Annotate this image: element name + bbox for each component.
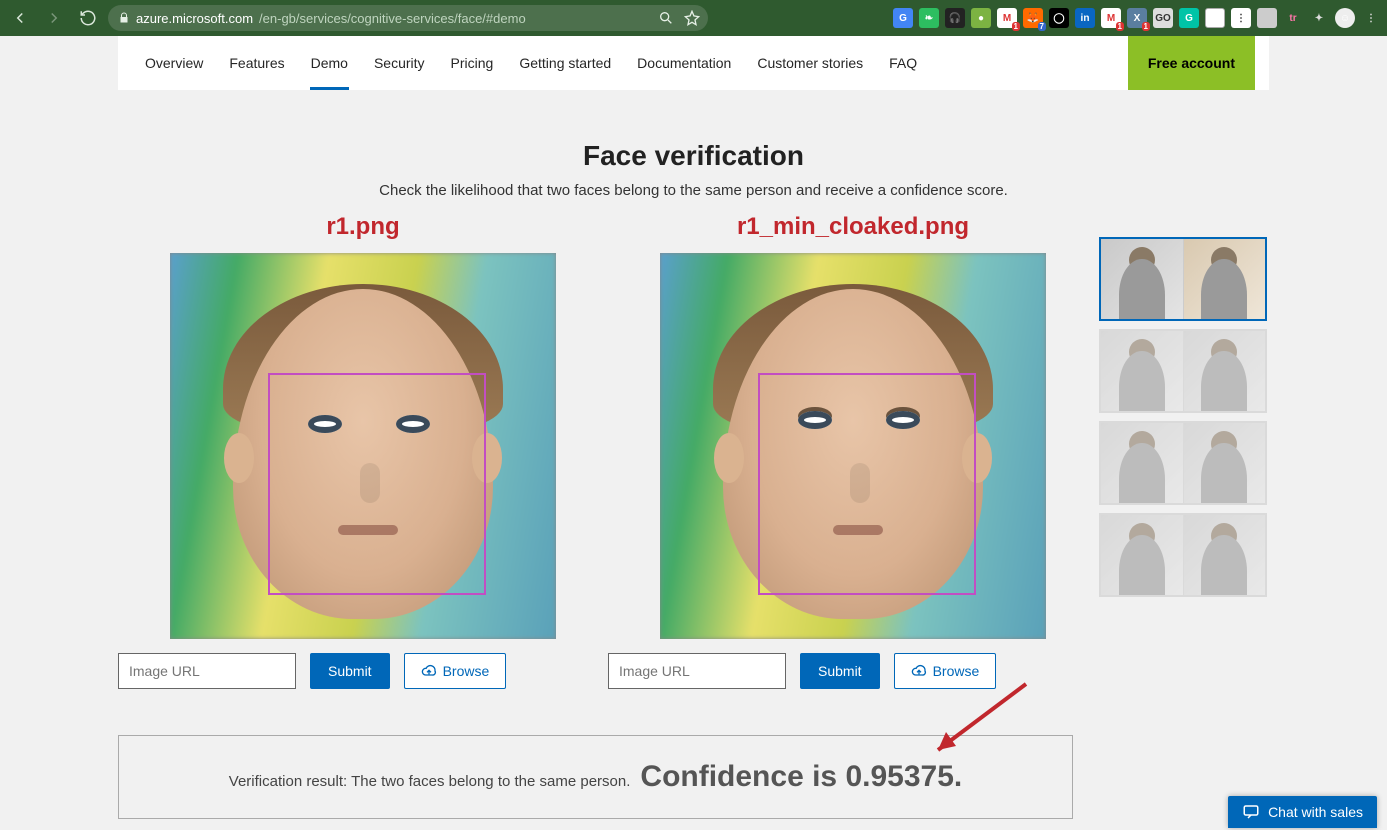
ext-black-circle-icon[interactable]: ◯ [1049,8,1069,28]
secondary-nav: Overview Features Demo Security Pricing … [118,36,1269,90]
content-area: Face verification Check the likelihood t… [0,90,1387,819]
free-account-button[interactable]: Free account [1128,36,1255,90]
left-image-url-input[interactable] [118,653,296,689]
right-image-url-input[interactable] [608,653,786,689]
back-button[interactable] [6,4,34,32]
forward-button[interactable] [40,4,68,32]
annotation-right-filename: r1_min_cloaked.png [608,213,1098,241]
ext-go-icon[interactable]: GO [1153,8,1173,28]
chrome-menu-icon[interactable]: ⋮ [1361,8,1381,28]
left-face-image [170,253,556,639]
result-prefix: Verification result: The two faces belon… [229,773,631,790]
sample-thumbnails [1099,199,1269,689]
ext-puzzle-icon[interactable]: ✦ [1309,8,1329,28]
ext-gmail1-icon[interactable]: M1 [997,8,1017,28]
left-panel: r1.png Submit Browse [118,199,608,689]
sample-thumbnail-4[interactable] [1099,513,1267,597]
nav-demo[interactable]: Demo [298,36,361,90]
url-path: /en-gb/services/cognitive-services/face/… [259,11,526,26]
nav-overview[interactable]: Overview [132,36,216,90]
ext-gmail2-icon[interactable]: M1 [1101,8,1121,28]
ext-headphones-icon[interactable]: 🎧 [945,8,965,28]
reload-button[interactable] [74,4,102,32]
nav-features[interactable]: Features [216,36,297,90]
url-host: azure.microsoft.com [136,11,253,26]
nav-getting-started[interactable]: Getting started [506,36,624,90]
sample-thumbnail-1[interactable] [1099,237,1267,321]
left-submit-button[interactable]: Submit [310,653,390,689]
nav-security[interactable]: Security [361,36,438,90]
page-subtitle: Check the likelihood that two faces belo… [0,182,1387,199]
result-confidence: Confidence is 0.95375. [640,760,962,794]
detection-box-left [268,373,486,595]
ext-grey-icon[interactable] [1257,8,1277,28]
ext-doc-icon[interactable] [1205,8,1225,28]
zoom-icon[interactable] [658,10,674,26]
ext-evernote-icon[interactable]: ❧ [919,8,939,28]
verification-result-box: Verification result: The two faces belon… [118,735,1073,819]
ext-tr-icon[interactable]: tr [1283,8,1303,28]
page-container: Overview Features Demo Security Pricing … [118,36,1269,90]
avatar[interactable]: ☺ [1335,8,1355,28]
ext-pinned-icon[interactable]: ⋮ [1231,8,1251,28]
lock-icon [118,12,130,24]
nav-pricing[interactable]: Pricing [438,36,507,90]
upload-cloud-icon [421,663,437,679]
chat-label: Chat with sales [1268,804,1363,820]
ext-fox-icon[interactable]: 🦊7 [1023,8,1043,28]
right-panel: r1_min_cloaked.png Submit Browse [608,199,1098,689]
browse-label: Browse [443,663,490,679]
right-submit-button[interactable]: Submit [800,653,880,689]
annotation-arrow-icon [916,676,1036,766]
ext-green-dot-icon[interactable]: ● [971,8,991,28]
sample-thumbnail-2[interactable] [1099,329,1267,413]
sample-thumbnail-3[interactable] [1099,421,1267,505]
address-bar[interactable]: azure.microsoft.com/en-gb/services/cogni… [108,5,708,31]
ext-linkedin-icon[interactable]: in [1075,8,1095,28]
left-browse-button[interactable]: Browse [404,653,507,689]
page-title: Face verification [0,140,1387,172]
chat-with-sales-button[interactable]: Chat with sales [1228,796,1377,828]
ext-grammarly-icon[interactable]: G [1179,8,1199,28]
annotation-left-filename: r1.png [118,213,608,241]
nav-customer-stories[interactable]: Customer stories [744,36,876,90]
left-controls: Submit Browse [118,653,608,689]
star-icon[interactable] [684,10,700,26]
right-face-image [660,253,1046,639]
ext-x-icon[interactable]: X1 [1127,8,1147,28]
chat-icon [1242,803,1260,821]
ext-gtranslate-icon[interactable]: G [893,8,913,28]
nav-faq[interactable]: FAQ [876,36,930,90]
extension-icons: G ❧ 🎧 ● M1 🦊7 ◯ in M1 X1 GO G ⋮ tr ✦ ☺ ⋮ [893,8,1381,28]
detection-box-right [758,373,976,595]
browser-chrome-bar: azure.microsoft.com/en-gb/services/cogni… [0,0,1387,36]
nav-documentation[interactable]: Documentation [624,36,744,90]
